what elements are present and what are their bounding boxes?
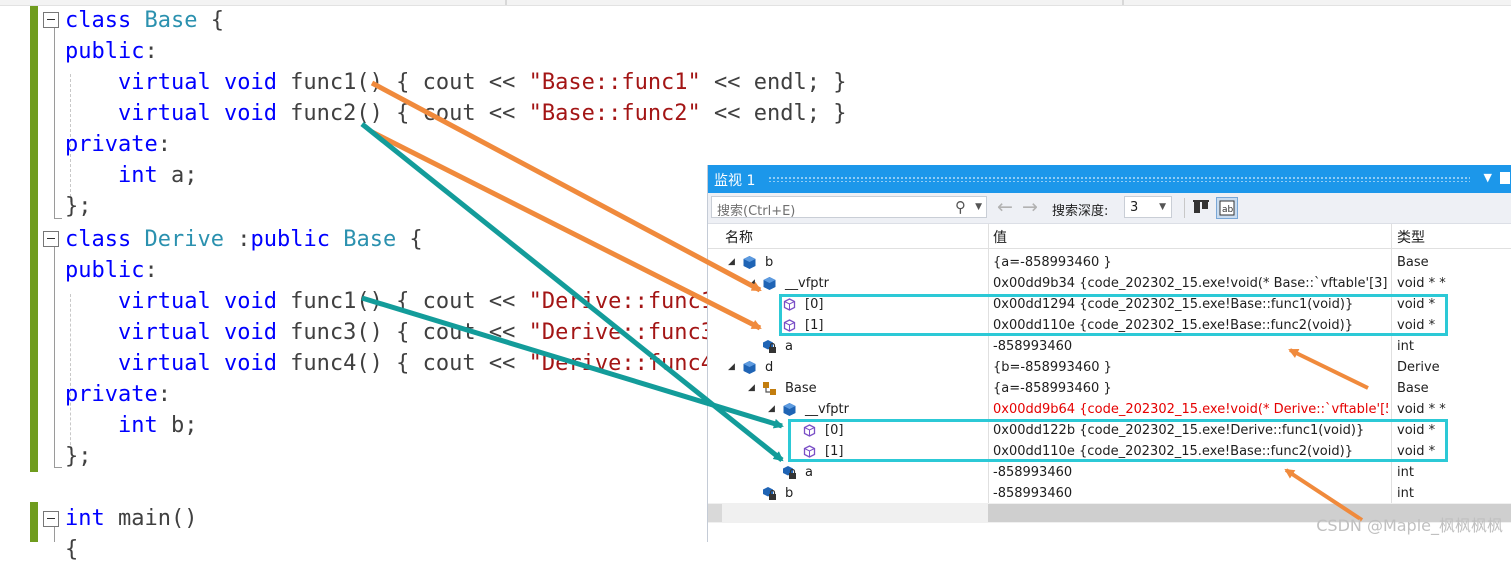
watch-name: b — [765, 255, 774, 270]
watch-title-bar[interactable]: 监视 1 ▼ — [708, 165, 1511, 193]
highlight-box — [779, 294, 1448, 336]
watch-row[interactable]: a -858993460 int — [708, 462, 1511, 483]
watch-title: 监视 1 — [714, 173, 756, 189]
watch-value[interactable]: -858993460 — [993, 462, 1388, 483]
change-marker — [30, 502, 38, 542]
base-class-icon — [762, 381, 777, 396]
search-depth-label: 搜索深度: — [1052, 204, 1109, 219]
watermark: CSDN @Maple_枫枫枫枫 — [1316, 516, 1503, 535]
watch-type: void * * — [1397, 276, 1446, 291]
maximize-icon[interactable] — [1500, 172, 1510, 184]
type-column-header[interactable]: 类型 — [1397, 227, 1425, 247]
code-line[interactable]: public: — [65, 255, 158, 286]
code-line[interactable]: virtual void func3() { cout << "Derive::… — [65, 317, 727, 348]
private-field-icon — [762, 339, 777, 354]
expand-toggle-icon[interactable]: ◢ — [768, 399, 775, 420]
fold-guide — [54, 247, 55, 467]
fold-guide — [54, 527, 55, 542]
watch-row[interactable]: b -858993460 int — [708, 483, 1511, 504]
name-column-header[interactable]: 名称 — [725, 227, 753, 247]
watch-row[interactable]: ◢ __vfptr 0x00dd9b64 {code_202302_15.exe!v… — [708, 399, 1511, 420]
code-line[interactable]: public: — [65, 36, 158, 67]
watch-type: int — [1397, 465, 1414, 480]
watch-name: a — [785, 339, 793, 354]
watch-type: void * * — [1397, 402, 1446, 417]
fold-guide — [54, 28, 55, 218]
value-column-header[interactable]: 值 — [993, 227, 1007, 247]
code-line[interactable]: class Derive :public Base { — [65, 224, 423, 255]
change-marker — [30, 226, 38, 472]
code-line[interactable]: { — [65, 534, 78, 565]
object-icon — [742, 360, 757, 375]
back-arrow-icon[interactable]: ← — [997, 196, 1013, 218]
watch-row[interactable]: ◢ Base {a=-858993460 } Base — [708, 378, 1511, 399]
watch-window: 监视 1 ▼ 搜索(Ctrl+E) ⚲ ▼ ← → 搜索深度: 3 ▼ ab 名… — [707, 165, 1511, 542]
watch-name: __vfptr — [805, 402, 849, 417]
change-marker — [30, 6, 38, 228]
code-line[interactable]: virtual void func1() { cout << "Base::fu… — [65, 67, 847, 98]
chevron-down-icon: ▼ — [1159, 202, 1166, 212]
watch-value[interactable]: -858993460 — [993, 483, 1388, 504]
code-line[interactable]: virtual void func1() { cout << "Derive::… — [65, 286, 727, 317]
watch-value[interactable]: -858993460 — [993, 336, 1388, 357]
watch-type: int — [1397, 486, 1414, 501]
watch-value[interactable]: {a=-858993460 } — [993, 252, 1388, 273]
watch-row[interactable]: a -858993460 int — [708, 336, 1511, 357]
expand-toggle-icon[interactable]: ◢ — [728, 357, 735, 378]
window-menu-icon[interactable]: ▼ — [1484, 171, 1492, 184]
private-field-icon — [762, 486, 777, 501]
watch-name: Base — [785, 381, 817, 396]
watch-name: __vfptr — [785, 276, 829, 291]
expand-toggle-icon[interactable]: ◢ — [748, 273, 755, 294]
watch-value[interactable]: {b=-858993460 } — [993, 357, 1388, 378]
watch-name: b — [785, 486, 794, 501]
watch-toolbar: 搜索(Ctrl+E) ⚲ ▼ ← → 搜索深度: 3 ▼ ab — [708, 193, 1511, 224]
expand-toggle-icon[interactable]: ◢ — [748, 378, 755, 399]
watch-row[interactable]: ◢ b {a=-858993460 } Base — [708, 252, 1511, 273]
search-input[interactable]: 搜索(Ctrl+E) ⚲ ▼ — [711, 196, 987, 219]
filter-icon[interactable] — [1190, 197, 1212, 219]
watch-row[interactable]: ◢ d {b=-858993460 } Derive — [708, 357, 1511, 378]
collapse-toggle-icon[interactable] — [43, 12, 59, 28]
code-line[interactable]: int main() — [65, 503, 197, 534]
watch-type: Base — [1397, 255, 1429, 270]
collapse-toggle-icon[interactable] — [43, 231, 59, 247]
watch-type: Base — [1397, 381, 1429, 396]
code-line[interactable]: virtual void func2() { cout << "Base::fu… — [65, 98, 847, 129]
collapse-toggle-icon[interactable] — [43, 511, 59, 527]
code-line[interactable]: private: — [65, 129, 171, 160]
watch-value[interactable]: 0x00dd9b34 {code_202302_15.exe!void(* Ba… — [993, 273, 1388, 294]
code-line[interactable]: }; — [65, 441, 92, 472]
code-line[interactable]: int b; — [65, 410, 198, 441]
code-line[interactable]: }; — [65, 191, 92, 222]
expand-toggle-icon[interactable]: ◢ — [728, 252, 735, 273]
code-line[interactable]: class Base { — [65, 5, 224, 36]
search-placeholder: 搜索(Ctrl+E) — [717, 204, 796, 219]
code-line[interactable]: int a; — [65, 160, 198, 191]
svg-text:ab: ab — [1222, 205, 1234, 215]
watch-name: d — [765, 360, 774, 375]
private-field-icon — [782, 465, 797, 480]
watch-value[interactable]: {a=-858993460 } — [993, 378, 1388, 399]
code-line[interactable]: virtual void func4() { cout << "Derive::… — [65, 348, 727, 379]
search-icon[interactable]: ⚲ — [955, 198, 966, 216]
watch-value[interactable]: 0x00dd9b64 {code_202302_15.exe!void(* De… — [993, 399, 1388, 420]
editor-tab-strip — [0, 0, 1511, 6]
object-icon — [742, 255, 757, 270]
object-icon — [762, 276, 777, 291]
watch-type: Derive — [1397, 360, 1440, 375]
watch-name: a — [805, 465, 813, 480]
watch-type: int — [1397, 339, 1414, 354]
highlight-box — [788, 419, 1448, 462]
search-depth-select[interactable]: 3 ▼ — [1124, 196, 1172, 218]
forward-arrow-icon[interactable]: → — [1022, 196, 1038, 218]
search-options-dropdown-icon[interactable]: ▼ — [975, 202, 982, 212]
watch-row[interactable]: ◢ __vfptr 0x00dd9b34 {code_202302_15.exe!v… — [708, 273, 1511, 294]
code-line[interactable]: private: — [65, 379, 171, 410]
object-icon — [782, 402, 797, 417]
hex-display-icon[interactable]: ab — [1216, 197, 1238, 219]
